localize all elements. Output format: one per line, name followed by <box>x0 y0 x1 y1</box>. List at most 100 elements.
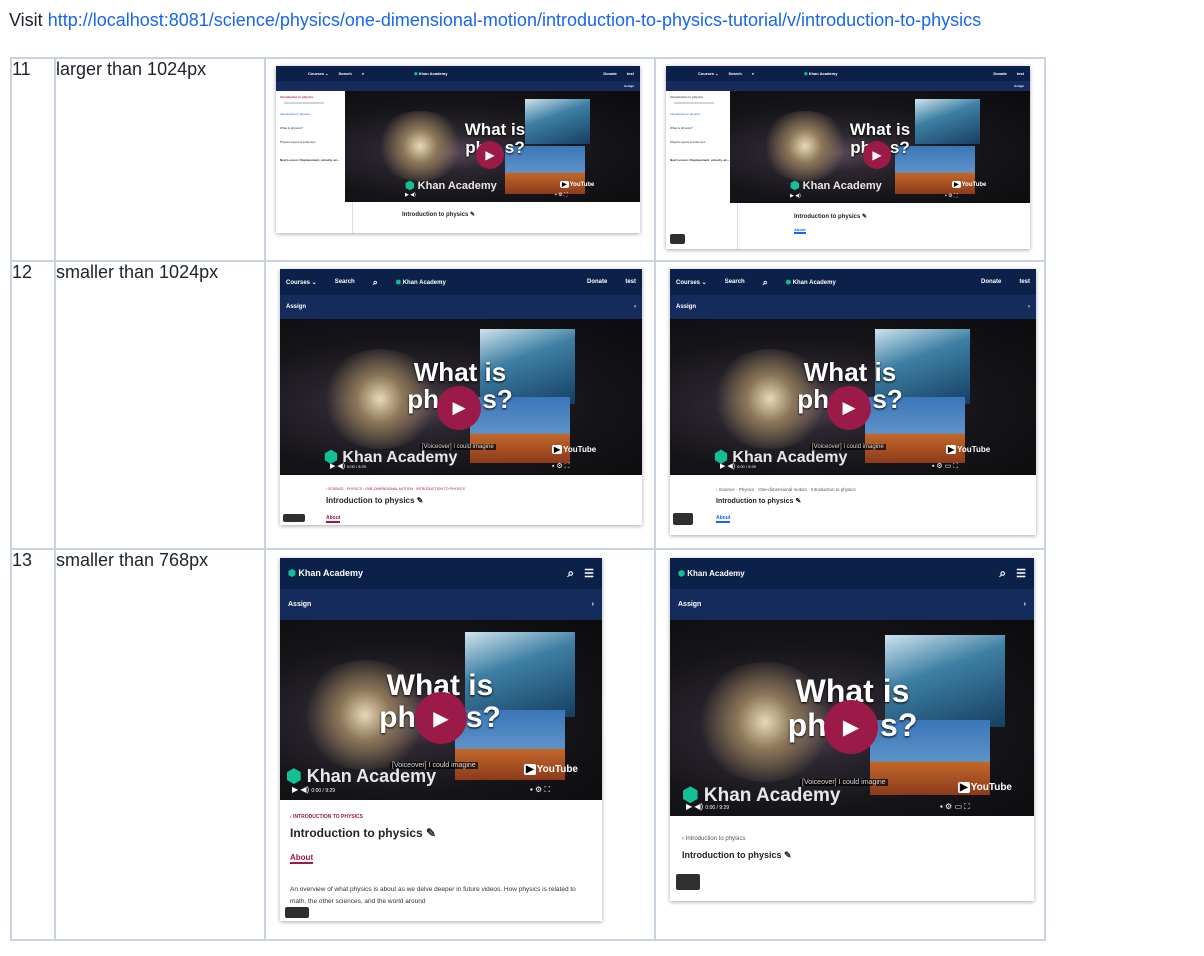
video-player[interactable]: What is ph s? ▶ [Voiceover] I could imag… <box>280 620 602 800</box>
screenshot-cell-after: ⬢ Khan Academy ⌕ ☰ Assign › What is ph s… <box>654 548 1046 941</box>
screenshot-thumbnail[interactable]: ⬢ Khan Academy ⌕ ☰ Assign › What is ph s… <box>280 558 602 921</box>
brand-logo: ⬢ Khan Academy <box>288 568 364 578</box>
sub-nav: Assign <box>666 81 1030 91</box>
top-nav: ⬢ Khan Academy ⌕ ☰ <box>670 558 1034 589</box>
player-controls-right[interactable]: ▪ ⚙ ▭ ⛶ <box>932 462 958 471</box>
play-button[interactable]: ▶ <box>437 386 481 430</box>
page-title: Introduction to physics ✎ <box>402 212 476 218</box>
player-controls[interactable]: ▶ ◀) <box>405 192 416 198</box>
search-label: Search <box>338 71 352 76</box>
sidebar-item: Physics topics & study tips <box>670 140 706 144</box>
screenshot-thumbnail[interactable]: Courses ⌄ Search ⌕ ⬢ Khan Academy Donate… <box>666 66 1030 249</box>
search-icon[interactable]: ⌕ <box>999 566 1006 581</box>
row-number: 11 <box>10 57 56 262</box>
hamburger-icon[interactable]: ☰ <box>584 567 594 580</box>
intro-line: Visit http://localhost:8081/science/phys… <box>9 8 981 32</box>
video-player[interactable]: What is ph s? ▶ [Voiceover] I could imag… <box>670 319 1036 475</box>
screenshot-cell-after: Courses ⌄ Search ⌕ ⬢ Khan Academy Donate… <box>654 260 1046 550</box>
about-tab[interactable]: About <box>794 227 806 234</box>
hamburger-icon[interactable]: ☰ <box>1016 567 1026 580</box>
screenshot-thumbnail[interactable]: Courses ⌄ Search ⌕ ⬢ Khan Academy Donate… <box>276 66 640 233</box>
row-number: 13 <box>10 548 56 941</box>
video-player[interactable]: What is ph s? ▶ [Voiceover] I could imag… <box>280 319 642 475</box>
player-controls[interactable]: ▶ ◀) 0:00 / 9:29 <box>330 462 366 470</box>
play-button[interactable]: ▶ <box>415 692 467 744</box>
brand-logo: ⬢ Khan Academy <box>395 279 446 286</box>
about-tab[interactable]: About <box>716 515 731 523</box>
top-nav: Courses ⌄ Search ⌕ ⬢ Khan Academy Donate… <box>276 66 640 81</box>
donate-link: Donate <box>603 71 617 76</box>
play-button[interactable]: ▶ <box>476 141 504 169</box>
sidebar-item: What is physics? <box>670 126 693 130</box>
play-button[interactable]: ▶ <box>827 386 871 430</box>
user-link: test <box>625 279 636 285</box>
search-icon[interactable]: ⌕ <box>567 566 574 581</box>
play-button[interactable]: ▶ <box>863 141 891 169</box>
player-controls[interactable]: ▶ ◀) 0:00 / 9:29 <box>720 462 756 470</box>
player-controls-right[interactable]: ▪ ⚙ ⛶ <box>945 193 958 199</box>
feedback-chip[interactable] <box>283 514 305 522</box>
courses-link: Courses ⌄ <box>698 71 719 76</box>
chevron-right-icon: › <box>634 304 636 310</box>
page-title: Introduction to physics ✎ <box>716 498 802 505</box>
screenshot-thumbnail[interactable]: ⬢ Khan Academy ⌕ ☰ Assign › What is ph s… <box>670 558 1034 901</box>
table-row: 11 larger than 1024px Courses ⌄ Search ⌕… <box>10 57 1046 262</box>
player-controls-right[interactable]: ▪ ⚙ ⛶ <box>530 785 550 795</box>
sidebar-item: Introduction to physics <box>280 112 310 116</box>
video-player[interactable]: What is ph s? ▶ ⬢ Khan Academy ▶ YouTube … <box>345 91 640 202</box>
play-button[interactable]: ▶ <box>824 700 878 754</box>
page-title: Introduction to physics ✎ <box>290 826 437 840</box>
play-icon: ▶ <box>433 707 449 730</box>
ka-watermark: ⬢ Khan Academy <box>286 766 437 786</box>
sidebar-title: Introduction to physics <box>670 95 704 99</box>
sidebar-item: Introduction to physics <box>670 112 700 116</box>
search-icon: ⌕ <box>372 276 378 287</box>
screenshot-cell-before: Courses ⌄ Search ⌕ ⬢ Khan Academy Donate… <box>264 57 656 262</box>
feedback-chip[interactable] <box>670 234 685 244</box>
breadcrumb[interactable]: ‹ SCIENCE · PHYSICS · ONE-DIMENSIONAL MO… <box>326 487 465 491</box>
ka-watermark: ⬢ Khan Academy <box>790 180 882 192</box>
about-tab[interactable]: About <box>326 515 341 523</box>
play-icon: ▶ <box>485 148 495 162</box>
player-controls-right[interactable]: ▪ ⚙ ⛶ <box>555 192 568 198</box>
search-label: Search <box>724 279 745 285</box>
sub-nav: Assign › <box>280 589 602 620</box>
page-title: Introduction to physics ✎ <box>794 214 868 220</box>
player-controls-right[interactable]: ▪ ⚙ ▭ ⛶ <box>940 802 970 812</box>
brand-logo: ⬢ Khan Academy <box>678 569 745 578</box>
courses-link: Courses ⌄ <box>308 71 329 76</box>
player-controls[interactable]: ▶ ◀) <box>790 193 801 199</box>
breadcrumb[interactable]: ‹ Introduction to physics <box>682 836 745 842</box>
breakpoint-table: 11 larger than 1024px Courses ⌄ Search ⌕… <box>10 57 1046 941</box>
sub-nav: Assign <box>276 81 640 91</box>
player-controls[interactable]: ▶ ◀) 0:00 / 9:29 <box>686 802 729 811</box>
screenshot-thumbnail[interactable]: Courses ⌄ Search ⌕ ⬢ Khan Academy Donate… <box>280 269 642 525</box>
feedback-chip[interactable] <box>676 874 700 890</box>
video-player[interactable]: What is ph s? ▶ ⬢ Khan Academy ▶ YouTube … <box>730 91 1030 203</box>
donate-link: Donate <box>993 71 1007 76</box>
lesson-sidebar: Introduction to physics Introduction to … <box>276 91 353 233</box>
breadcrumb[interactable]: ‹ Science · Physics · One-dimensional mo… <box>716 487 856 492</box>
youtube-logo: ▶ YouTube <box>958 782 1012 793</box>
donate-link: Donate <box>586 279 608 285</box>
chevron-right-icon: › <box>591 601 594 608</box>
about-tab[interactable]: About <box>290 853 314 864</box>
play-icon: ▶ <box>872 148 882 162</box>
localhost-url-link[interactable]: http://localhost:8081/science/physics/on… <box>48 10 981 30</box>
play-icon: ▶ <box>842 398 856 417</box>
breadcrumb[interactable]: ‹ INTRODUCTION TO PHYSICS <box>290 814 363 820</box>
feedback-chip[interactable] <box>673 513 693 525</box>
about-description: An overview of what physics is about as … <box>290 886 576 905</box>
courses-link: Courses ⌄ <box>286 279 317 286</box>
player-controls[interactable]: ▶ ◀) 0:00 / 9:29 <box>292 785 335 794</box>
feedback-chip[interactable] <box>285 907 309 918</box>
brand-logo: ⬢ Khan Academy <box>804 71 838 76</box>
youtube-logo: ▶ YouTube <box>552 445 597 454</box>
player-controls-right[interactable]: ▪ ⚙ ⛶ <box>552 462 570 471</box>
assign-label: Assign <box>288 601 312 608</box>
search-icon: ⌕ <box>762 276 768 287</box>
top-nav: Courses ⌄ Search ⌕ ⬢ Khan Academy Donate… <box>666 66 1030 81</box>
user-link: test <box>1019 279 1030 285</box>
screenshot-thumbnail[interactable]: Courses ⌄ Search ⌕ ⬢ Khan Academy Donate… <box>670 269 1036 535</box>
video-player[interactable]: What is ph s? ▶ [Voiceover] I could imag… <box>670 620 1034 816</box>
